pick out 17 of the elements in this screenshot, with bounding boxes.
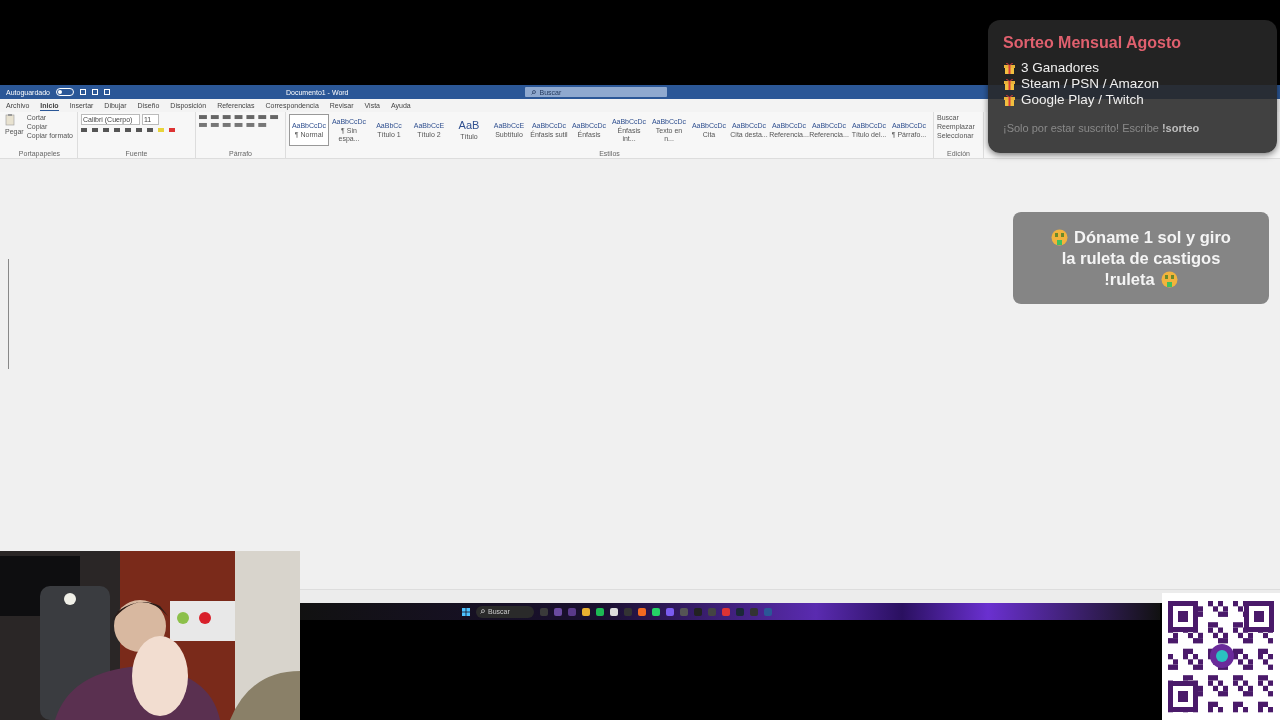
donation-text: !ruleta <box>1104 268 1155 290</box>
windows-icon[interactable] <box>462 607 470 616</box>
giveaway-item: 3 Ganadores <box>1021 60 1100 75</box>
gift-icon <box>1003 93 1016 106</box>
giveaway-title: Sorteo Mensual Agosto <box>1003 34 1183 52</box>
money-face-icon <box>1160 270 1178 288</box>
gift-icon <box>1003 61 1016 74</box>
giveaway-footer: ¡Solo por estar suscrito! Escribe !sorteo <box>1003 122 1262 134</box>
search-icon <box>530 89 536 95</box>
donation-text: Dóname 1 sol y giro <box>1074 226 1231 248</box>
money-face-icon <box>1051 228 1069 246</box>
clipboard-icon[interactable] <box>5 114 15 126</box>
gift-icon <box>1003 77 1016 90</box>
giveaway-item: Google Play / Twitch <box>1021 92 1144 107</box>
search-icon <box>480 609 485 614</box>
donation-text: la ruleta de castigos <box>1061 247 1221 269</box>
giveaway-item: Steam / PSN / Amazon <box>1021 76 1160 91</box>
